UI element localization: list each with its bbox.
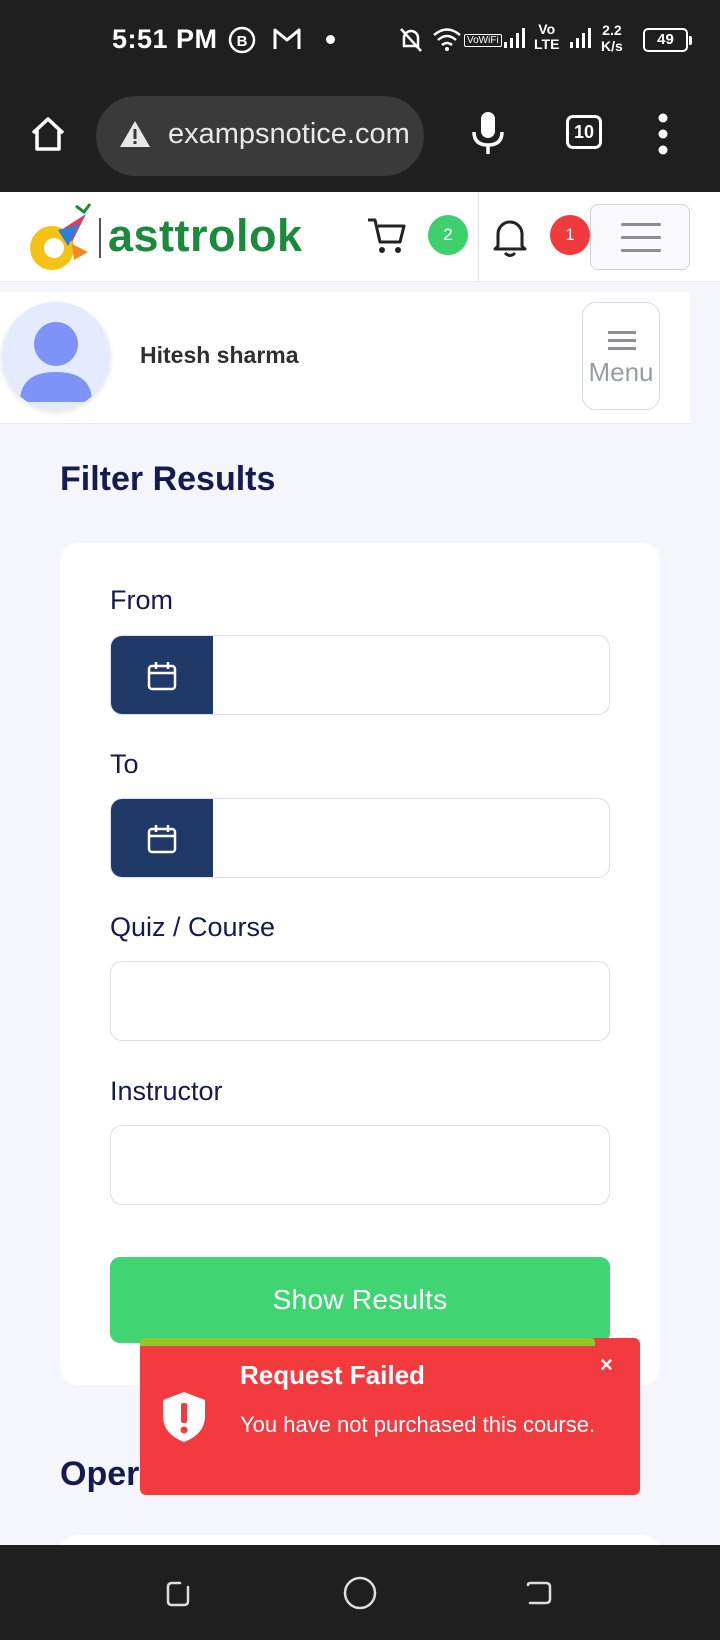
warning-icon[interactable]	[118, 118, 152, 150]
status-time: 5:51 PM	[112, 24, 218, 54]
logo-mark-icon[interactable]	[28, 202, 96, 274]
toast-message: You have not purchased this course.	[240, 1412, 596, 1437]
to-label: To	[110, 749, 139, 779]
profile-row: Hitesh sharma Menu	[0, 292, 690, 424]
home-button-icon[interactable]	[342, 1575, 378, 1611]
to-calendar-button[interactable]	[111, 799, 213, 877]
vowifi-label: VoWiFi	[464, 34, 502, 47]
toast-close-button[interactable]: ×	[600, 1352, 613, 1378]
instructor-label: Instructor	[110, 1076, 223, 1106]
user-name: Hitesh sharma	[140, 342, 299, 368]
volte-indicator: Vo LTE	[534, 21, 560, 52]
hamburger-line	[608, 347, 636, 350]
menu-label: Menu	[588, 357, 654, 387]
toast-progress-bar	[140, 1338, 595, 1346]
hamburger-line	[608, 331, 636, 334]
notification-dot-icon	[326, 35, 335, 44]
avatar[interactable]	[2, 302, 110, 410]
profile-menu-button[interactable]: Menu	[582, 302, 660, 410]
b-app-icon: B	[228, 26, 256, 54]
recent-apps-icon[interactable]	[162, 1577, 194, 1609]
site-logo[interactable]: asttrolok	[108, 210, 303, 262]
tab-switcher-button[interactable]: 10	[566, 115, 602, 149]
url-text: exampsnotice.com	[168, 118, 410, 150]
filter-card: From To Quiz / Course Instructor Show Re…	[60, 543, 660, 1385]
signal-2-icon	[570, 28, 591, 48]
from-label: From	[110, 585, 173, 615]
from-date-field[interactable]	[110, 635, 610, 715]
hamburger-line	[621, 249, 661, 252]
system-nav-bar	[0, 1545, 720, 1640]
cart-icon[interactable]	[366, 216, 408, 256]
shield-alert-icon	[163, 1392, 205, 1442]
browser-toolbar: exampsnotice.com 10	[0, 80, 720, 192]
notification-count-badge: 1	[550, 215, 590, 255]
calendar-icon	[147, 662, 177, 691]
quiz-course-label: Quiz / Course	[110, 912, 276, 942]
from-calendar-button[interactable]	[111, 636, 213, 714]
to-date-field[interactable]	[110, 798, 610, 878]
more-options-icon[interactable]	[656, 112, 670, 156]
back-icon[interactable]	[522, 1577, 554, 1609]
notification-bell-icon[interactable]	[492, 216, 528, 258]
gmail-icon	[273, 28, 301, 49]
toast-title: Request Failed	[240, 1360, 425, 1390]
instructor-select[interactable]	[110, 1125, 610, 1205]
home-icon[interactable]	[28, 114, 68, 154]
cart-count-badge: 2	[428, 215, 468, 255]
url-bar[interactable]: exampsnotice.com	[96, 96, 424, 176]
filter-results-heading: Filter Results	[60, 460, 276, 498]
hamburger-line	[621, 223, 661, 226]
error-toast: Request Failed You have not purchased th…	[140, 1338, 640, 1495]
svg-text:B: B	[237, 33, 248, 50]
network-speed: 2.2 K/s	[601, 22, 623, 54]
battery-indicator: 49	[643, 28, 692, 52]
signal-icon	[504, 28, 525, 48]
wifi-icon	[433, 28, 461, 51]
user-avatar-icon	[20, 322, 92, 402]
show-results-button[interactable]: Show Results	[110, 1257, 610, 1343]
mute-bell-icon	[400, 28, 422, 52]
logo-divider	[99, 218, 101, 258]
microphone-icon[interactable]	[470, 110, 506, 156]
quiz-course-select[interactable]	[110, 961, 610, 1041]
open-section-heading: Oper	[60, 1455, 140, 1493]
hamburger-line	[608, 339, 636, 342]
hamburger-line	[621, 236, 661, 239]
header-menu-button[interactable]	[590, 204, 690, 270]
calendar-icon	[147, 825, 177, 854]
site-header: asttrolok 2 1	[0, 192, 720, 282]
status-bar: 5:51 PM B VoWiFi Vo LTE 2.2 K/s 49	[0, 0, 720, 80]
header-divider	[478, 192, 479, 282]
